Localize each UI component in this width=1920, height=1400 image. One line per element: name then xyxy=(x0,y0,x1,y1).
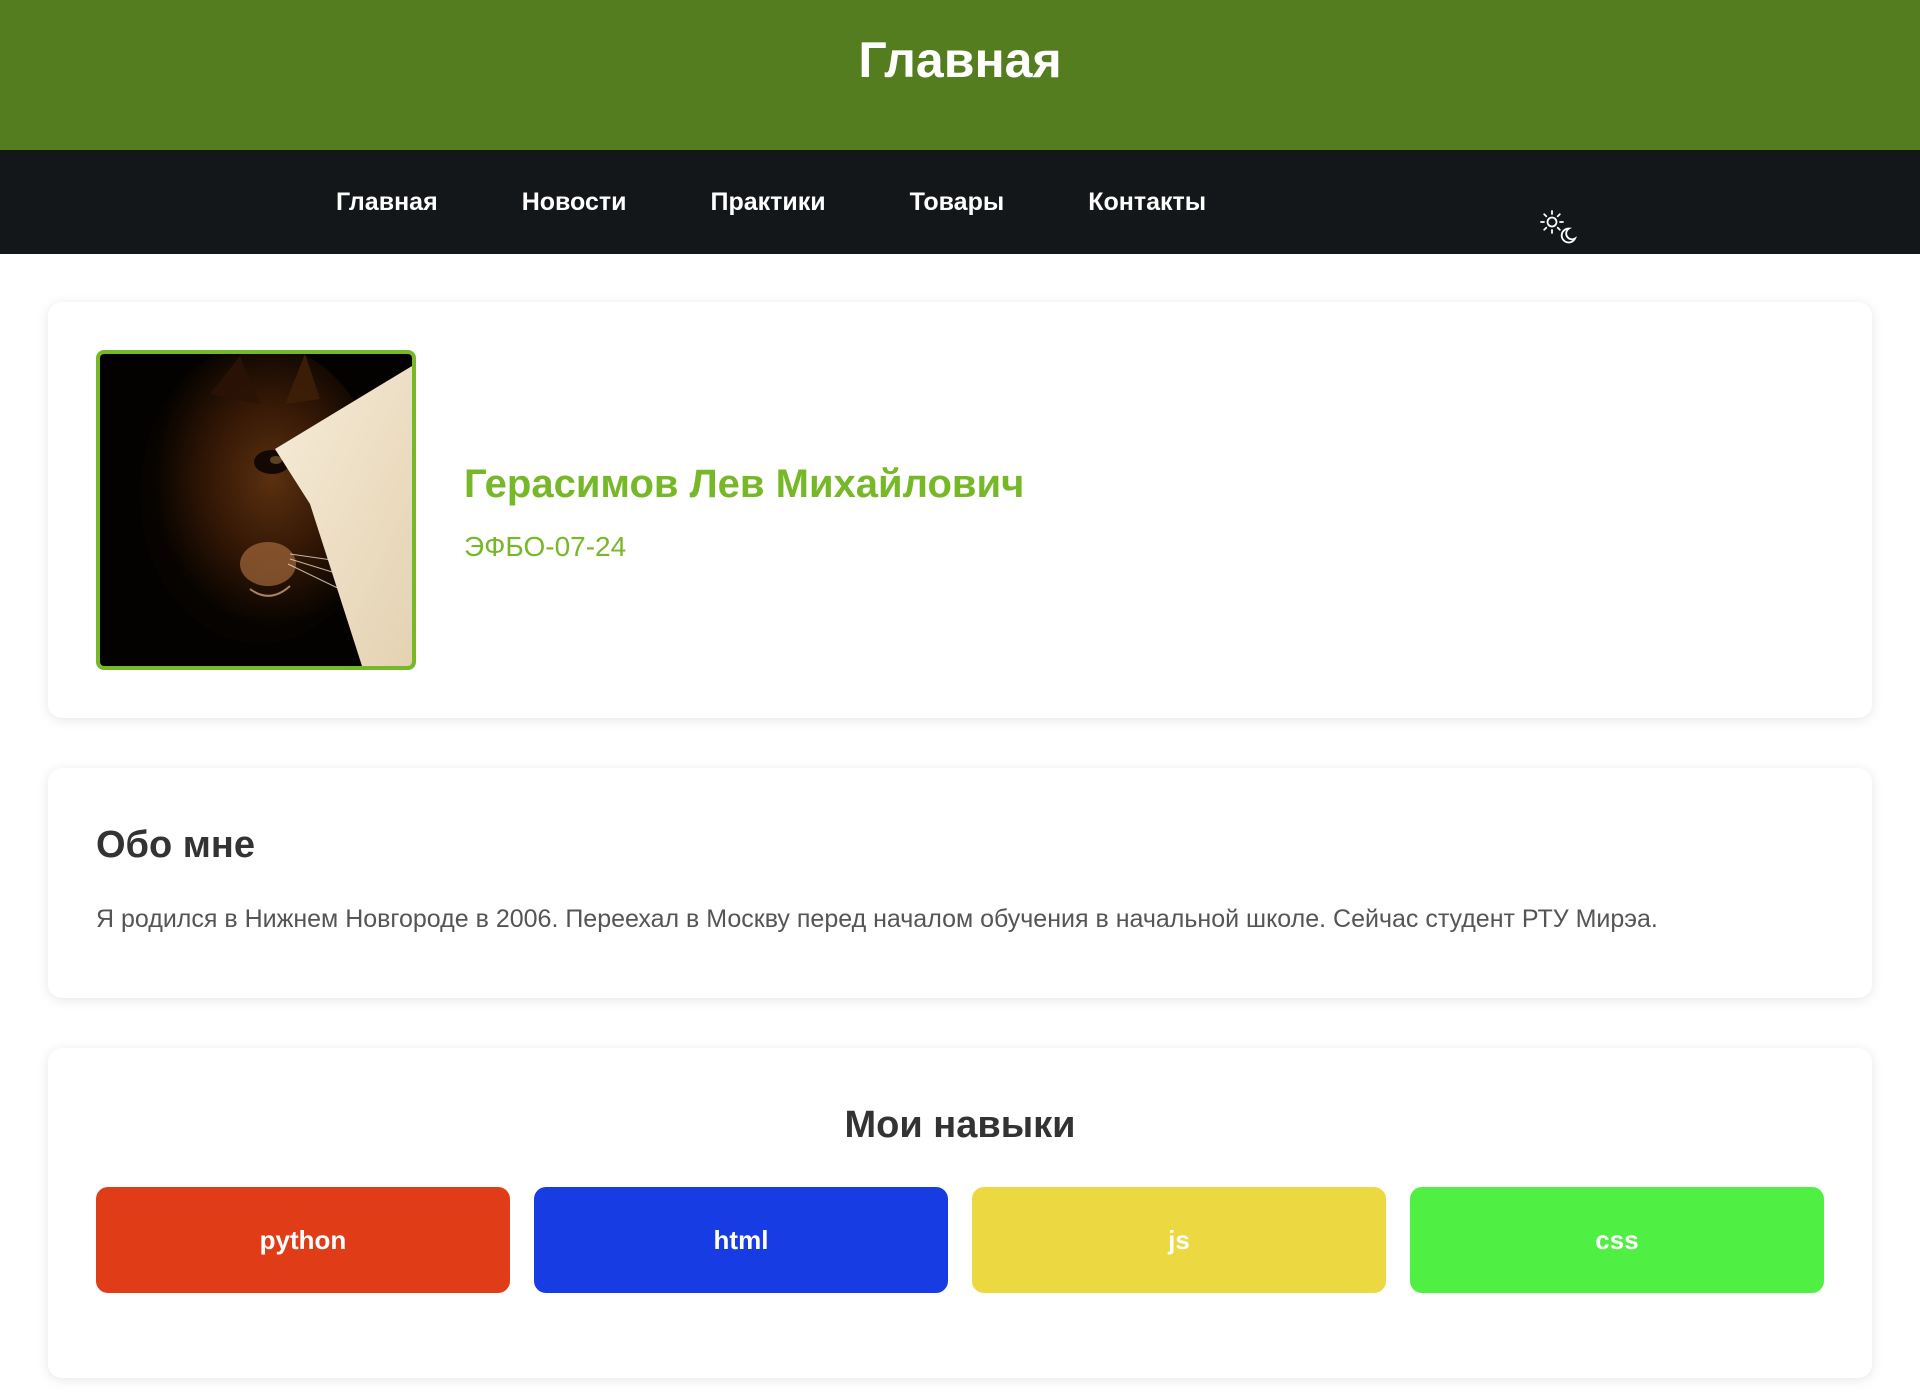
about-text: Я родился в Нижнем Новгороде в 2006. Пер… xyxy=(96,905,1658,933)
nav-item-contacts: Контакты xyxy=(1078,180,1216,225)
nav-link-home[interactable]: Главная xyxy=(326,180,448,225)
theme-toggle-button[interactable] xyxy=(1538,208,1578,248)
about-title: Обо мне xyxy=(96,824,255,866)
nav-item-news: Новости xyxy=(512,180,637,225)
main-navbar: Главная Новости Практики Товары Контакты xyxy=(0,150,1920,254)
nav-item-products: Товары xyxy=(900,180,1015,225)
profile-name: Герасимов Лев Михайлович xyxy=(464,461,1025,506)
profile-info: Герасимов Лев Михайлович ЭФБО-07-24 xyxy=(464,458,1024,563)
nav-item-home: Главная xyxy=(326,180,448,225)
skills-list: python html js css xyxy=(96,1187,1824,1293)
site-header: Главная xyxy=(0,0,1920,150)
profile-card: Герасимов Лев Михайлович ЭФБО-07-24 xyxy=(48,302,1872,718)
nav-link-practices[interactable]: Практики xyxy=(701,180,836,225)
main-content: Герасимов Лев Михайлович ЭФБО-07-24 Обо … xyxy=(0,254,1920,1378)
nav-item-practices: Практики xyxy=(701,180,836,225)
skill-css[interactable]: css xyxy=(1410,1187,1824,1293)
skills-card: Мои навыки python html js css xyxy=(48,1048,1872,1378)
skill-js[interactable]: js xyxy=(972,1187,1386,1293)
skill-html[interactable]: html xyxy=(534,1187,948,1293)
nav-list: Главная Новости Практики Товары Контакты xyxy=(326,150,1280,254)
nav-link-products[interactable]: Товары xyxy=(900,180,1015,225)
cat-photo xyxy=(100,354,412,666)
about-card: Обо мне Я родился в Нижнем Новгороде в 2… xyxy=(48,768,1872,998)
skill-python[interactable]: python xyxy=(96,1187,510,1293)
profile-group: ЭФБО-07-24 xyxy=(464,530,627,562)
nav-link-news[interactable]: Новости xyxy=(512,180,637,225)
sun-moon-icon xyxy=(1540,210,1578,244)
nav-link-contacts[interactable]: Контакты xyxy=(1078,180,1216,225)
skills-title: Мои навыки xyxy=(844,1104,1076,1146)
avatar xyxy=(96,350,416,670)
page-title: Главная xyxy=(858,32,1062,88)
